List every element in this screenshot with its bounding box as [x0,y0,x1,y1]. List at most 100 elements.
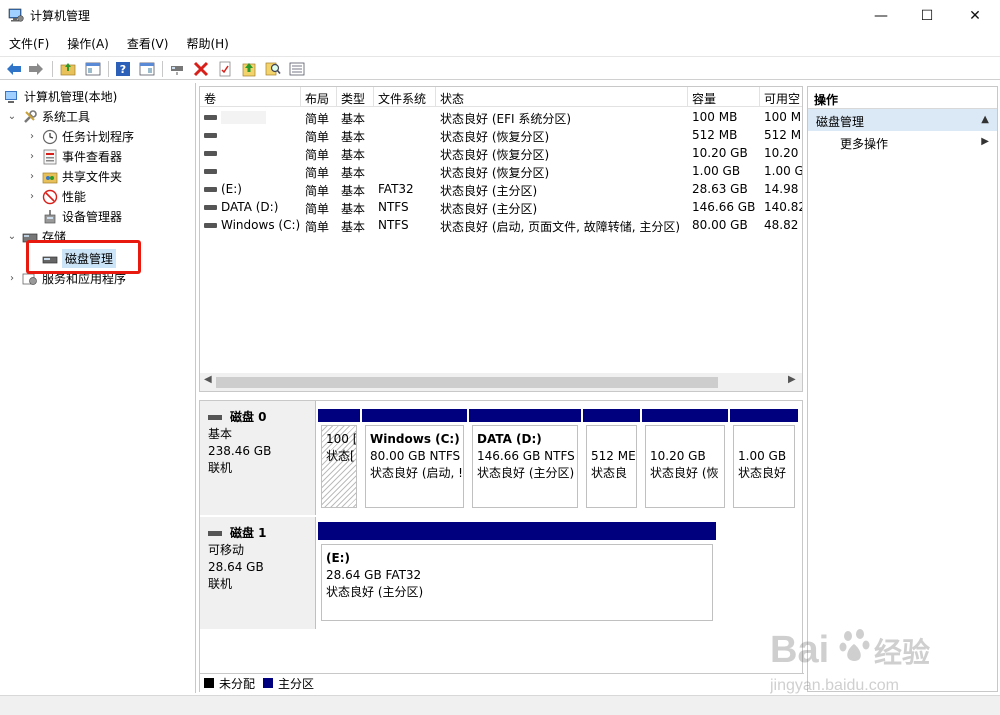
chevron-down-icon[interactable]: ⌄ [6,231,18,242]
show-hide-tree-icon[interactable] [84,60,102,78]
disk-1-name: 磁盘 1 [230,526,267,540]
volume-icon [204,205,217,210]
disk-0-info[interactable]: 磁盘 0 基本 238.46 GB 联机 [200,401,316,515]
table-row[interactable]: 简单 基本 状态良好 (恢复分区) 10.20 GB 10.20 [200,144,802,162]
legend-primary: 主分区 [278,676,315,691]
menu-action[interactable]: 操作(A) [58,33,118,53]
actions-pane: 操作 磁盘管理 ▲ 更多操作 ▶ [807,86,998,692]
partition-efi[interactable]: 100 [ 状态[ [318,409,360,511]
partition-recovery-512mb[interactable]: 512 ME 状态良 [583,409,640,511]
performance-icon [42,189,58,204]
tree-node-root[interactable]: 计算机管理(本地) [4,87,117,106]
chevron-right-icon[interactable]: › [26,151,38,162]
svg-text:经验: 经验 [874,636,930,668]
annotation-highlight-box [26,240,141,274]
disk-icon [208,531,222,536]
menu-file[interactable]: 文件(F) [0,33,58,53]
table-row[interactable]: 简单 基本 状态良好 (EFI 系统分区) 100 MB 100 M [200,108,802,126]
chevron-right-icon[interactable]: › [26,171,38,182]
actions-section-label: 磁盘管理 [816,115,865,129]
table-row[interactable]: 简单 基本 状态良好 (恢复分区) 512 MB 512 M [200,126,802,144]
chevron-down-icon[interactable]: ⌄ [6,111,18,122]
column-header-capacity[interactable]: 容量 [688,87,760,107]
tree-label-device-manager: 设备管理器 [62,210,123,224]
delete-icon[interactable] [192,60,210,78]
computer-management-icon [8,8,24,22]
baidu-jingyan-watermark: Bai 经验 jingyan.baidu.com [770,629,930,694]
chevron-right-icon[interactable]: › [26,191,38,202]
column-header-layout[interactable]: 布局 [301,87,337,107]
partition-data-d[interactable]: DATA (D:) 146.66 GB NTFS 状态良好 (主分区) [469,409,581,511]
disk-map: 磁盘 0 基本 238.46 GB 联机 100 [ 状态[ Windows (… [199,400,804,692]
partition-windows-c[interactable]: Windows (C:) 80.00 GB NTFS 状态良好 (启动, ! [362,409,467,511]
tree-label-shared-folders: 共享文件夹 [62,170,123,184]
forward-icon[interactable] [27,60,45,78]
volume-icon [204,187,217,192]
scroll-left-icon[interactable]: ◀ [204,374,212,385]
blurred-volume-name [221,111,266,124]
chevron-right-icon[interactable]: › [26,131,38,142]
tree-node-device-manager[interactable]: 设备管理器 [38,207,122,226]
tree-node-system-tools[interactable]: ⌄ 系统工具 [6,107,90,126]
partition-recovery-10gb[interactable]: 10.20 GB 状态良好 (恢 [642,409,728,511]
svg-text:jingyan.baidu.com: jingyan.baidu.com [770,677,899,694]
title-bar: 计算机管理 — ☐ ✕ [0,0,1000,31]
disk-1-size: 28.64 GB [208,560,264,574]
back-icon[interactable] [5,60,23,78]
refresh-icon[interactable] [240,60,258,78]
volume-icon [204,133,217,138]
show-hide-action-pane-icon[interactable] [138,60,156,78]
disk-1-info[interactable]: 磁盘 1 可移动 28.64 GB 联机 [200,517,316,629]
tree-node-task-scheduler[interactable]: › 任务计划程序 [26,127,134,146]
connect-icon[interactable] [168,60,186,78]
table-row[interactable]: Windows (C:) 简单 基本 NTFS 状态良好 (启动, 页面文件, … [200,216,802,234]
table-row[interactable]: DATA (D:) 简单 基本 NTFS 状态良好 (主分区) 146.66 G… [200,198,802,216]
properties-icon[interactable] [216,60,234,78]
disk-legend: 未分配 主分区 [200,673,804,692]
legend-unallocated: 未分配 [219,676,256,691]
column-header-type[interactable]: 类型 [337,87,374,107]
menu-view[interactable]: 查看(V) [118,33,178,53]
tree-label-system-tools: 系统工具 [42,110,91,124]
disk-1-state: 联机 [208,577,233,591]
horizontal-scrollbar[interactable]: ◀ ▶ [200,373,802,391]
column-header-status[interactable]: 状态 [436,87,688,107]
tree-node-event-viewer[interactable]: › 事件查看器 [26,147,122,166]
list-view-icon[interactable] [288,60,306,78]
volume-list: 卷 布局 类型 文件系统 状态 容量 可用空 简单 基本 状态良好 (EFI 系… [199,86,803,392]
column-header-free-space[interactable]: 可用空 [760,87,802,107]
computer-management-window: 计算机管理 — ☐ ✕ 文件(F) 操作(A) 查看(V) 帮助(H) ? 计算… [0,0,1000,715]
menu-help[interactable]: 帮助(H) [177,33,237,53]
toolbar: ? [0,56,1000,80]
tree-node-shared-folders[interactable]: › 共享文件夹 [26,167,122,186]
help-icon[interactable]: ? [114,60,132,78]
more-actions-label: 更多操作 [840,137,889,151]
collapse-icon[interactable]: ▲ [981,114,989,125]
more-actions-item[interactable]: 更多操作 ▶ [808,131,997,153]
tree-node-performance[interactable]: › 性能 [26,187,86,206]
actions-section-disk-management[interactable]: 磁盘管理 ▲ [808,109,997,131]
scroll-right-icon[interactable]: ▶ [788,374,796,385]
tools-icon [24,109,37,123]
maximize-button[interactable]: ☐ [904,0,950,31]
search-icon[interactable] [264,60,282,78]
chevron-right-icon[interactable]: › [6,273,18,284]
tree-label-task-scheduler: 任务计划程序 [62,130,135,144]
table-row[interactable]: 简单 基本 状态良好 (恢复分区) 1.00 GB 1.00 G [200,162,802,180]
tree-label-performance: 性能 [62,190,87,204]
disk-0-kind: 基本 [208,427,233,441]
volume-icon [204,151,217,156]
shared-folder-icon [42,172,58,183]
up-folder-icon[interactable] [59,60,77,78]
partition-e[interactable]: (E:) 28.64 GB FAT32 状态良好 (主分区) [318,522,716,624]
column-header-volume[interactable]: 卷 [200,87,301,107]
scrollbar-thumb[interactable] [216,377,718,388]
close-button[interactable]: ✕ [952,0,998,31]
partition-recovery-1gb[interactable]: 1.00 GB 状态良好 [730,409,798,511]
volume-icon [204,223,217,228]
computer-management-icon [5,90,17,103]
minimize-button[interactable]: — [858,0,904,31]
disk-icon [208,415,222,420]
column-header-filesystem[interactable]: 文件系统 [374,87,436,107]
table-row[interactable]: (E:) 简单 基本 FAT32 状态良好 (主分区) 28.63 GB 14.… [200,180,802,198]
